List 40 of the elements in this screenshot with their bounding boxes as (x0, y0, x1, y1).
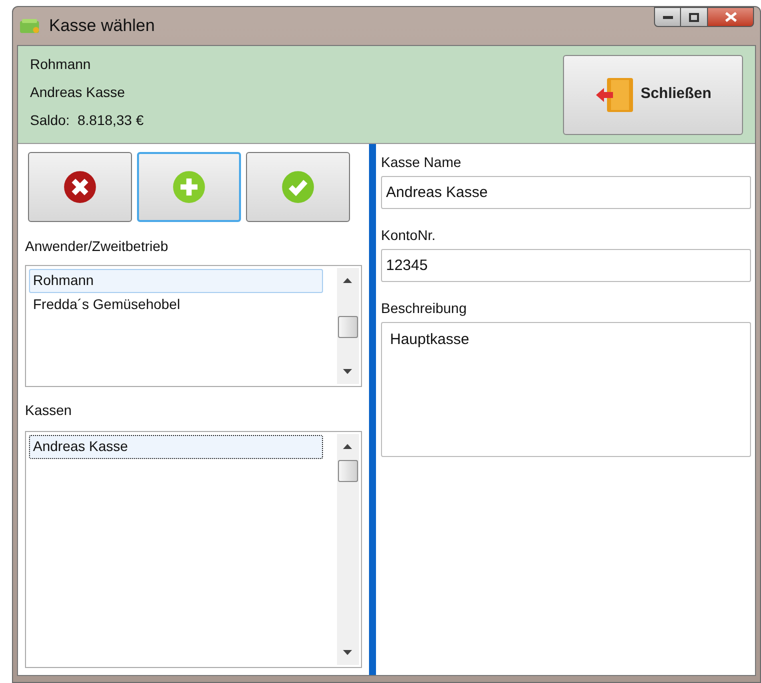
header-text: Rohmann (30, 55, 92, 74)
scroll-up-icon (343, 278, 352, 283)
list-item[interactable]: Fredda´s Gemüsehobel (29, 293, 323, 317)
scroll-down-icon (343, 369, 352, 374)
close-button[interactable] (708, 7, 754, 27)
checkmark-icon (281, 170, 315, 204)
list-label: Anwender/Zweitbetrieb (25, 237, 170, 256)
maximize-button[interactable] (681, 7, 708, 27)
exit-door-icon (594, 76, 635, 112)
maximize-icon (689, 12, 699, 22)
minimize-button[interactable] (654, 7, 681, 27)
user-list[interactable]: Rohmann Fredda´s Gemüsehobel (25, 265, 362, 387)
scrollbar[interactable] (337, 434, 359, 665)
plus-icon (172, 170, 206, 204)
scroll-thumb[interactable] (338, 316, 358, 338)
minimize-icon (662, 15, 672, 19)
field-label: Beschreibung (381, 299, 468, 318)
scroll-down-icon (343, 650, 352, 655)
register-list[interactable]: Andreas Kasse (25, 431, 362, 668)
window-title: Kasse wählen (49, 15, 155, 38)
header-text: Andreas Kasse (30, 83, 126, 102)
wallet-icon (19, 18, 41, 34)
delete-icon (63, 170, 97, 204)
scrollbar[interactable] (337, 268, 359, 384)
plus-button[interactable] (137, 152, 241, 222)
scroll-up-icon (343, 444, 352, 449)
close-window-button[interactable]: Schließen (563, 54, 743, 134)
list-item[interactable]: Andreas Kasse (29, 435, 323, 459)
field-label: Kasse Name (381, 153, 462, 172)
list-label: Kassen (25, 401, 73, 420)
delete-button[interactable] (28, 152, 132, 222)
list-item[interactable]: Rohmann (29, 269, 323, 293)
text-area[interactable]: Hauptkasse (381, 322, 751, 457)
scroll-thumb[interactable] (338, 460, 358, 482)
input-field[interactable]: 12345 (381, 249, 751, 282)
header-text: Saldo: 8.818,33 € (30, 111, 144, 130)
checkmark-button[interactable] (246, 152, 350, 222)
field-label: KontoNr. (381, 226, 436, 245)
input-field[interactable]: Andreas Kasse (381, 176, 751, 209)
close-icon (724, 12, 736, 22)
